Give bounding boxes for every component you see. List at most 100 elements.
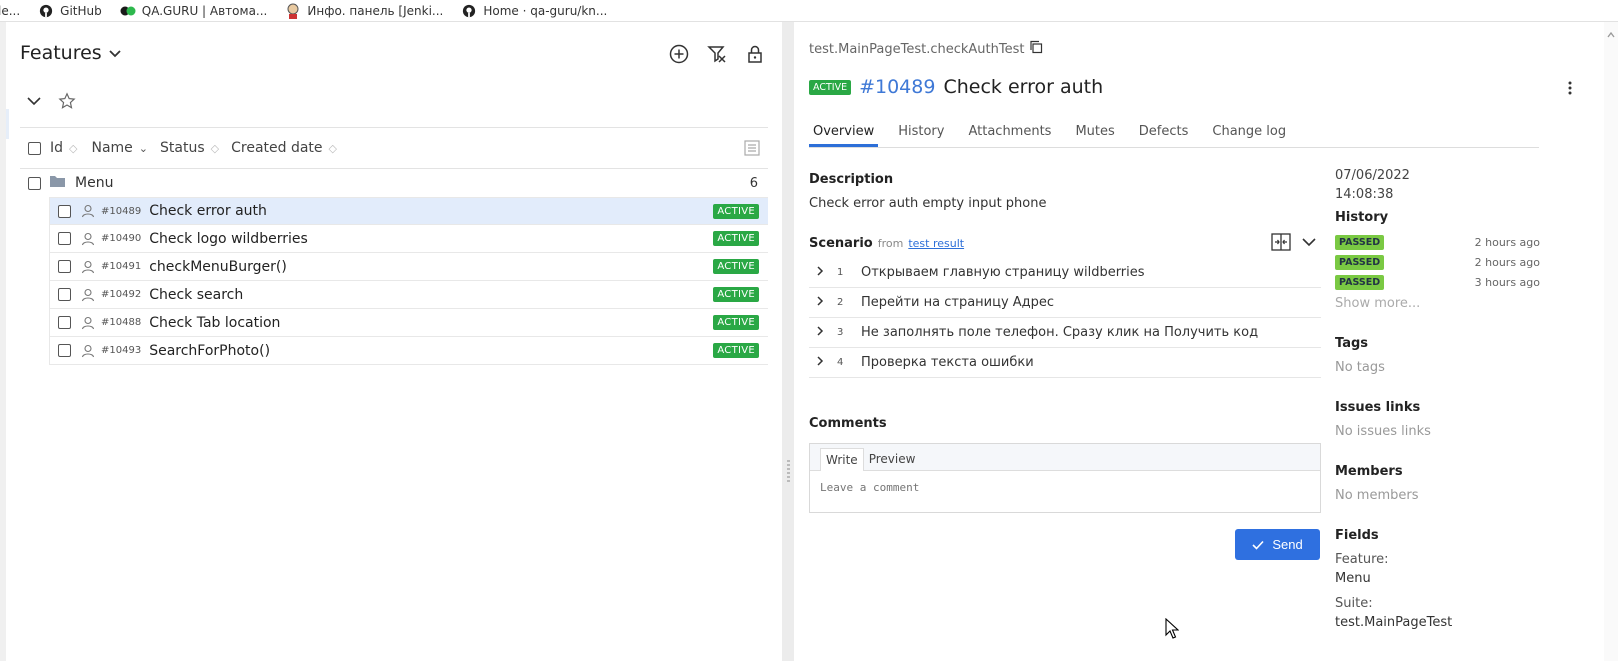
star-icon[interactable] [58,92,76,114]
members-empty: No members [1335,488,1419,503]
tab-mutes[interactable]: Mutes [1071,120,1118,147]
row-checkbox[interactable] [58,232,71,245]
scenario-from: from [877,237,904,250]
features-dropdown[interactable]: Features [20,42,122,64]
status-badge: ACTIVE [809,79,852,95]
row-id: #10491 [101,261,142,272]
github-icon [38,3,54,19]
manual-test-icon [81,344,95,358]
panel-accent [6,109,9,139]
test-path-text: test.MainPageTest.checkAuthTest [809,41,1025,57]
column-status-label: Status [160,140,205,156]
bookmark-github[interactable]: GitHub [38,1,102,21]
tab-defects[interactable]: Defects [1135,120,1193,147]
test-name: Check error auth [943,76,1104,98]
status-badge: ACTIVE [713,315,759,330]
test-case-panel: test.MainPageTest.checkAuthTest ACTIVE #… [794,22,1618,661]
column-status[interactable]: Status ◇ [160,140,219,156]
column-id[interactable]: Id ◇ [50,140,77,156]
chevron-right-icon[interactable] [815,265,837,281]
copy-icon[interactable] [1029,40,1043,58]
tab-history[interactable]: History [894,120,948,147]
description-text: Check error auth empty input phone [809,196,1047,211]
row-checkbox[interactable] [58,344,71,357]
more-menu-button[interactable] [1560,78,1580,98]
manual-test-icon [81,288,95,302]
bookmark-label: Home · qa-guru/kn... [483,3,608,18]
column-name[interactable]: Name ⌄ [91,140,148,156]
history-item[interactable]: PASSED 3 hours ago [1335,272,1540,292]
table-row[interactable]: #10488 Check Tab location ACTIVE [49,309,768,337]
add-button[interactable] [667,42,691,66]
bookmark-label: QA.GURU | Автома... [141,3,268,18]
tab-overview[interactable]: Overview [809,120,879,147]
comment-input[interactable] [810,471,1320,513]
bookmark-jenkins[interactable]: Инфо. панель [Jenki... [285,1,443,21]
column-settings-icon[interactable] [742,138,762,162]
manual-test-icon [81,204,95,218]
scroll-up-icon [1607,31,1615,38]
collapse-chevron-icon[interactable] [26,95,42,111]
select-all-checkbox[interactable] [28,141,41,155]
bookmark-label: GitHub [60,3,102,18]
resize-grip-icon[interactable] [787,460,790,484]
passed-badge: PASSED [1335,274,1385,290]
scenario-header: Scenario from test result [809,236,964,251]
mouse-cursor-icon [1165,617,1180,644]
table-row[interactable]: #10491 checkMenuBurger() ACTIVE [49,253,768,281]
scenario-step[interactable]: 1 Открываем главную страницу wildberries [809,258,1321,288]
chevron-down-icon[interactable] [1301,233,1317,255]
check-icon [1252,540,1264,550]
history-time: 2 hours ago [1474,235,1540,249]
clear-filter-button[interactable] [705,42,729,66]
status-badge: ACTIVE [713,343,759,358]
row-name: checkMenuBurger() [149,258,287,275]
scenario-step[interactable]: 2 Перейти на страницу Адрес [809,288,1321,318]
history-heading: History [1335,210,1389,225]
preview-tab[interactable]: Preview [864,448,921,470]
scenario-step[interactable]: 3 Не заполнять поле телефон. Сразу клик … [809,318,1321,348]
bookmark-home[interactable]: Home · qa-guru/kn... [461,1,607,21]
send-button[interactable]: Send [1235,529,1320,560]
bookmark-item[interactable]: le... [0,1,20,21]
table-row[interactable]: #10492 Check search ACTIVE [49,281,768,309]
meta-sidebar: 07/06/2022 14:08:38 History PASSED 2 hou… [1335,166,1540,630]
kebab-icon [1568,81,1572,95]
history-item[interactable]: PASSED 2 hours ago [1335,232,1540,252]
tab-change-log[interactable]: Change log [1208,120,1290,147]
bookmark-qaguru[interactable]: QA.GURU | Автома... [120,1,268,21]
scrollbar[interactable] [1604,22,1618,661]
table-row[interactable]: #10489 Check error auth ACTIVE [49,197,768,225]
group-row[interactable]: Menu 6 [20,169,768,197]
compare-icon[interactable] [1271,233,1291,255]
chevron-right-icon[interactable] [815,325,837,341]
group-checkbox[interactable] [28,176,41,190]
status-badge: ACTIVE [713,231,759,246]
row-checkbox[interactable] [58,288,71,301]
history-item[interactable]: PASSED 2 hours ago [1335,252,1540,272]
show-more-link[interactable]: Show more... [1335,296,1420,311]
group-name: Menu [75,175,114,191]
row-checkbox[interactable] [58,260,71,273]
table-row[interactable]: #10493 SearchForPhoto() ACTIVE [49,337,768,365]
step-text: Открываем главную страницу wildberries [861,265,1145,280]
history-time: 2 hours ago [1474,255,1540,269]
status-badge: ACTIVE [713,259,759,274]
lock-button[interactable] [743,42,767,66]
scenario-step[interactable]: 4 Проверка текста ошибки [809,348,1321,378]
group-count: 6 [749,175,758,191]
history-time: 3 hours ago [1474,275,1540,289]
chevron-right-icon[interactable] [815,295,837,311]
chevron-right-icon[interactable] [815,355,837,371]
test-result-link[interactable]: test result [908,237,964,250]
column-created-label: Created date [231,140,323,156]
column-created-date[interactable]: Created date ◇ [231,140,337,156]
table-row[interactable]: #10490 Check logo wildberries ACTIVE [49,225,768,253]
panel-resizer[interactable] [782,22,794,661]
write-tab[interactable]: Write [820,448,864,471]
row-checkbox[interactable] [58,204,71,218]
row-checkbox[interactable] [58,316,71,329]
test-id[interactable]: #10489 [859,76,935,98]
tab-attachments[interactable]: Attachments [964,120,1055,147]
step-number: 2 [837,297,844,308]
